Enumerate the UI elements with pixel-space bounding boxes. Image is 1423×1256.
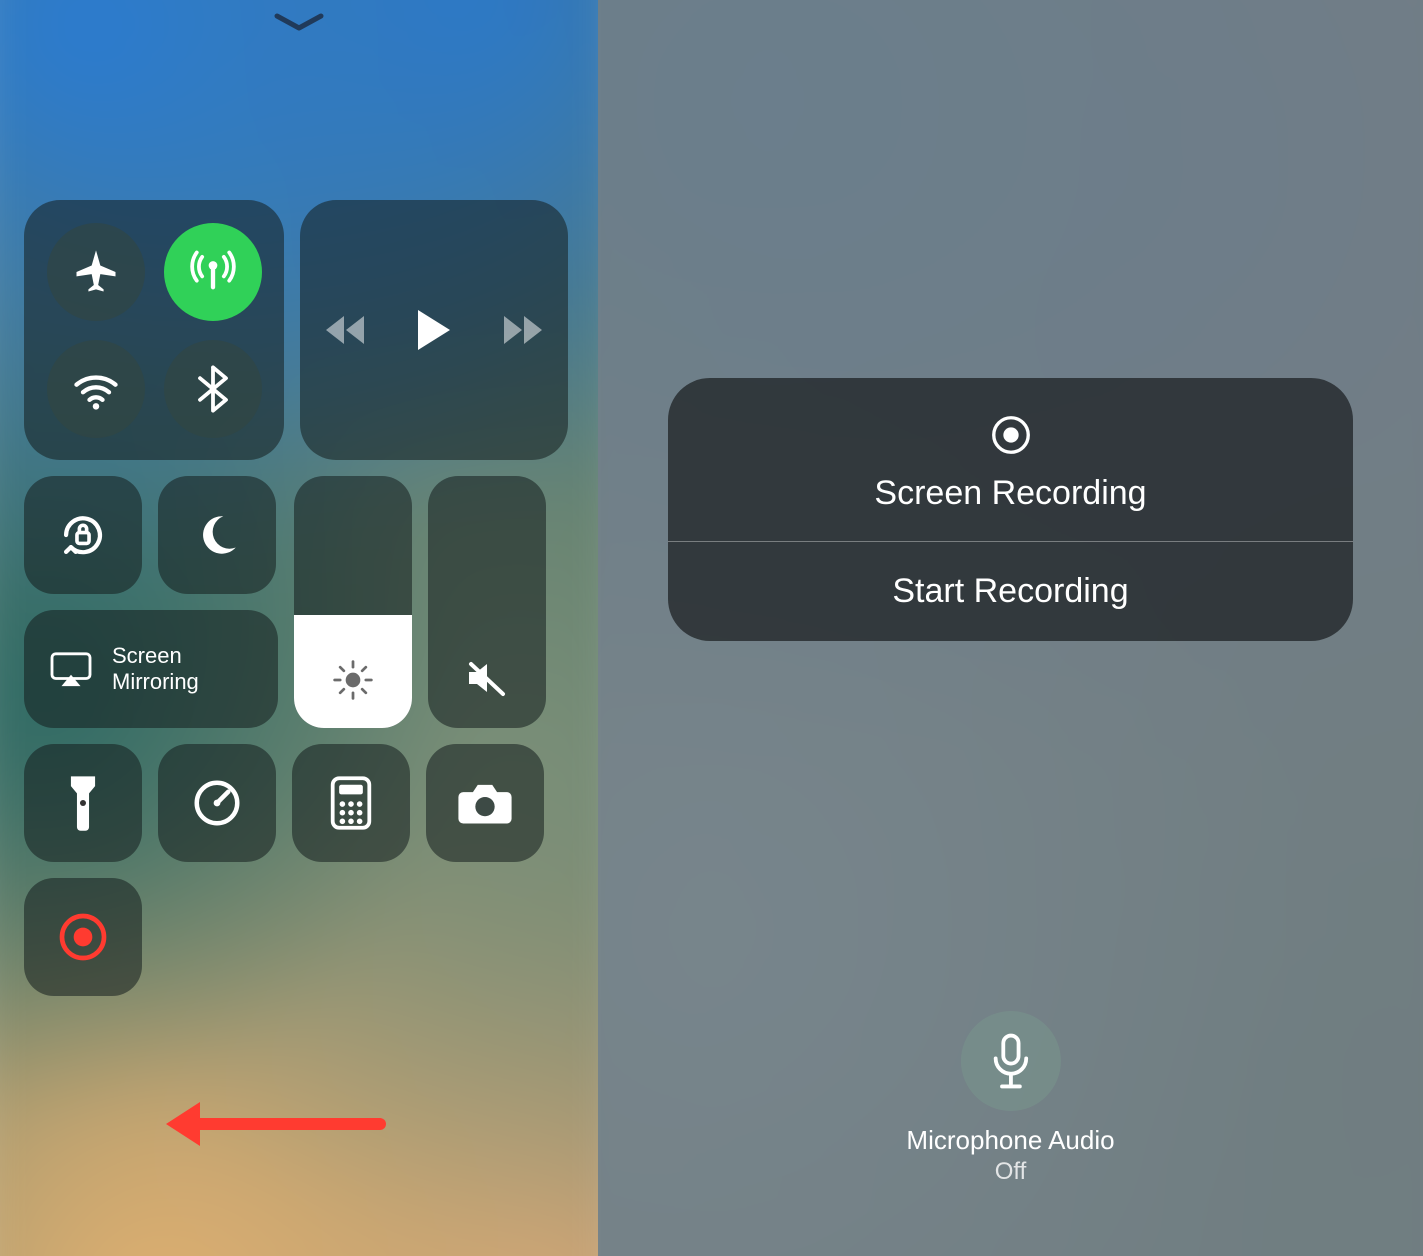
record-icon (55, 909, 111, 965)
microphone-icon (989, 1033, 1031, 1089)
moon-icon (192, 510, 242, 560)
microphone-label: Microphone Audio (906, 1125, 1114, 1156)
volume-mute-icon (462, 654, 512, 702)
bluetooth-icon (193, 363, 233, 415)
timer-icon (190, 776, 244, 830)
control-center: Screen Mirroring (24, 200, 574, 1012)
camera-icon (456, 780, 514, 826)
cellular-data-toggle[interactable] (164, 223, 262, 321)
wifi-icon (70, 363, 122, 415)
calculator-button[interactable] (292, 744, 410, 862)
microphone-audio-toggle[interactable]: Microphone Audio Off (906, 1011, 1114, 1186)
rewind-button[interactable] (324, 312, 372, 348)
orientation-lock-toggle[interactable] (24, 476, 142, 594)
wifi-toggle[interactable] (47, 340, 145, 438)
airplane-mode-toggle[interactable] (47, 223, 145, 321)
record-icon (988, 412, 1034, 458)
screen-mirroring-button[interactable]: Screen Mirroring (24, 610, 278, 728)
cellular-antenna-icon (187, 246, 239, 298)
screen-recording-button[interactable] (24, 878, 142, 996)
forward-button[interactable] (496, 312, 544, 348)
play-button[interactable] (414, 308, 454, 352)
rotation-lock-icon (54, 506, 112, 564)
dismiss-chevron-icon[interactable] (269, 8, 329, 38)
calculator-icon (329, 775, 373, 831)
do-not-disturb-toggle[interactable] (158, 476, 276, 594)
airplane-icon (70, 246, 122, 298)
start-recording-button[interactable]: Start Recording (668, 542, 1353, 641)
volume-slider[interactable] (428, 476, 546, 728)
annotation-arrow-icon (160, 1094, 390, 1154)
screen-recording-header: Screen Recording (668, 378, 1353, 541)
flashlight-button[interactable] (24, 744, 142, 862)
media-controls-module[interactable] (300, 200, 568, 460)
screen-recording-title: Screen Recording (688, 474, 1333, 513)
bluetooth-toggle[interactable] (164, 340, 262, 438)
timer-button[interactable] (158, 744, 276, 862)
connectivity-module[interactable] (24, 200, 284, 460)
flashlight-icon (66, 774, 100, 832)
brightness-icon (331, 658, 375, 702)
screen-recording-panel: Screen Recording Start Recording (668, 378, 1353, 641)
airplay-icon (48, 650, 94, 688)
microphone-state: Off (906, 1158, 1114, 1186)
camera-button[interactable] (426, 744, 544, 862)
brightness-slider[interactable] (294, 476, 412, 728)
screen-mirroring-label: Screen Mirroring (112, 643, 199, 696)
